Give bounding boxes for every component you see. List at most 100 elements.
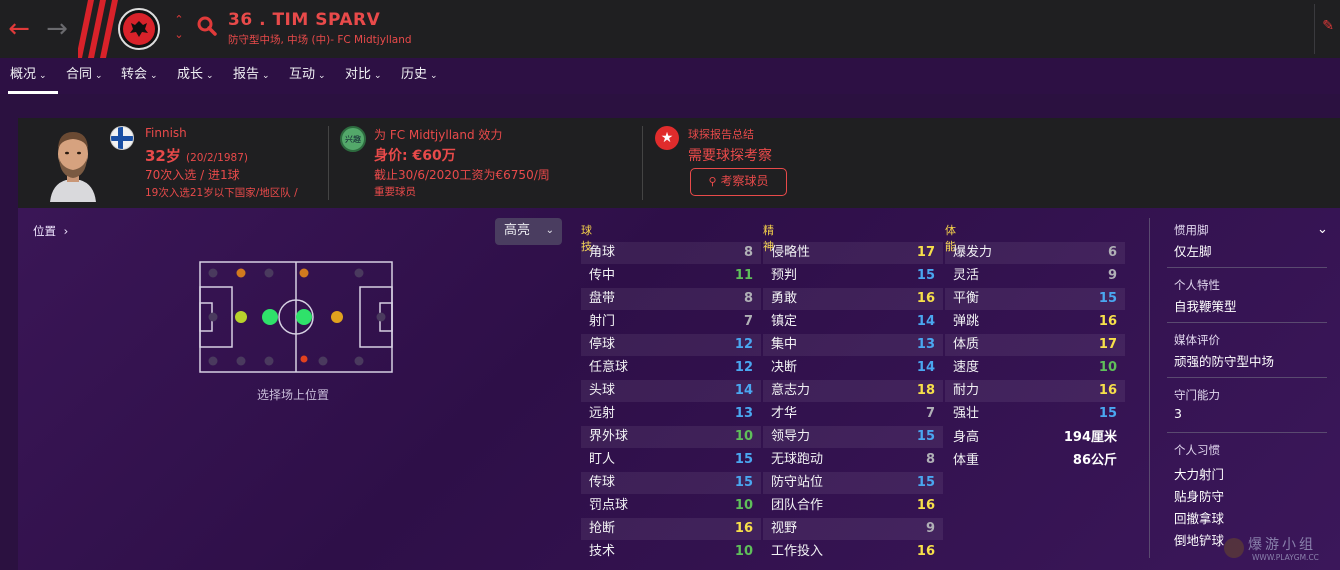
attribute-row[interactable]: 盘带 8: [581, 288, 761, 310]
player-position-club: 防守型中场, 中场 (中)- FC Midtjylland: [228, 34, 412, 46]
attribute-row[interactable]: 体质 17: [945, 334, 1125, 356]
attribute-row[interactable]: 集中 13: [763, 334, 943, 356]
attribute-row[interactable]: 耐力 16: [945, 380, 1125, 402]
attribute-row[interactable]: 侵略性 17: [763, 242, 943, 264]
attribute-row[interactable]: 盯人 15: [581, 449, 761, 471]
tab-reports[interactable]: 报告 ⌄: [231, 58, 272, 94]
attribute-row[interactable]: 头球 14: [581, 380, 761, 402]
attribute-value: 13: [734, 406, 753, 421]
weight-value: 86公斤: [1072, 453, 1117, 468]
scout-player-button[interactable]: ⚲ 考察球员: [690, 168, 787, 196]
attribute-row[interactable]: 弹跳 16: [945, 311, 1125, 333]
player-value: 身价: €60万: [374, 148, 456, 164]
site-watermark: 爆游小组 WWW.PLAYGM.CC: [1222, 532, 1340, 568]
tab-transfer[interactable]: 转会 ⌄: [119, 58, 160, 94]
player-trait-item[interactable]: 贴身防守: [1174, 486, 1224, 505]
nationality[interactable]: Finnish: [145, 126, 187, 140]
attribute-row[interactable]: 勇敢 16: [763, 288, 943, 310]
attribute-row[interactable]: 防守站位 15: [763, 472, 943, 494]
attribute-row[interactable]: 速度 10: [945, 357, 1125, 379]
attribute-row[interactable]: 平衡 15: [945, 288, 1125, 310]
attribute-row[interactable]: 灵活 9: [945, 265, 1125, 287]
attribute-value: 12: [734, 360, 753, 375]
attribute-row[interactable]: 决断 14: [763, 357, 943, 379]
watermark-text: 爆游小组: [1248, 537, 1316, 553]
attribute-row[interactable]: 爆发力 6: [945, 242, 1125, 264]
attribute-row[interactable]: 领导力 15: [763, 426, 943, 448]
attribute-row[interactable]: 才华 7: [763, 403, 943, 425]
attribute-row[interactable]: 射门 7: [581, 311, 761, 333]
attribute-name: 无球跑动: [771, 452, 824, 467]
attribute-row[interactable]: 任意球 12: [581, 357, 761, 379]
tab-interaction[interactable]: 互动 ⌄: [287, 58, 328, 94]
weight-row: 体重 86公斤: [945, 450, 1125, 472]
club-crest-icon[interactable]: [118, 8, 160, 50]
back-button[interactable]: ←: [2, 12, 36, 46]
pitch-position-map[interactable]: [199, 261, 393, 373]
highlight-dropdown[interactable]: 高亮 ⌄: [495, 218, 562, 245]
chevron-down-icon[interactable]: ⌄: [170, 27, 188, 42]
attribute-name: 射门: [589, 314, 616, 329]
profile-separator: [1167, 322, 1327, 323]
watermark-url: WWW.PLAYGM.CC: [1252, 553, 1319, 562]
attribute-row[interactable]: 镇定 14: [763, 311, 943, 333]
club-line[interactable]: 为 FC Midtjylland 效力: [374, 126, 502, 143]
position-link[interactable]: 位置 ›: [33, 223, 68, 239]
chevron-down-icon[interactable]: ⌄: [1317, 222, 1328, 237]
player-summary-strip: Finnish 32岁 (20/2/1987) 70次入选 / 进1球 19次入…: [18, 118, 1340, 208]
chevron-down-icon: ⌄: [430, 71, 438, 81]
attribute-row[interactable]: 强壮 15: [945, 403, 1125, 425]
forward-button[interactable]: →: [40, 12, 74, 46]
attribute-value: 8: [925, 452, 935, 467]
attribute-row[interactable]: 传球 15: [581, 472, 761, 494]
tab-overview[interactable]: 概况 ⌄: [8, 58, 58, 94]
contract-info: 截止30/6/2020工资为€6750/周: [374, 168, 550, 182]
height-value: 194厘米: [1063, 430, 1117, 445]
international-caps: 70次入选 / 进1球: [145, 168, 240, 182]
player-trait-item[interactable]: 回撤拿球: [1174, 508, 1224, 527]
attribute-name: 传中: [589, 268, 616, 283]
tab-contract[interactable]: 合同 ⌄: [64, 58, 105, 94]
player-trait-item[interactable]: 大力射门: [1174, 464, 1224, 483]
profile-separator: [1167, 432, 1327, 433]
attribute-name: 视野: [771, 521, 798, 536]
attribute-row[interactable]: 抢断 16: [581, 518, 761, 540]
attribute-name: 勇敢: [771, 291, 798, 306]
attribute-row[interactable]: 工作投入 16: [763, 541, 943, 563]
player-trait-item[interactable]: 倒地铲球: [1174, 530, 1224, 549]
goalkeeping-value: 3: [1174, 406, 1182, 421]
chevron-down-icon: ⌄: [150, 71, 158, 81]
tab-development[interactable]: 成长 ⌄: [175, 58, 216, 94]
attribute-row[interactable]: 传中 11: [581, 265, 761, 287]
attribute-name: 技术: [589, 544, 616, 559]
age: 32岁: [145, 147, 181, 165]
chevron-right-icon: ›: [63, 224, 69, 238]
attribute-row[interactable]: 视野 9: [763, 518, 943, 540]
interest-badge[interactable]: 兴趣: [340, 126, 366, 152]
finland-flag-icon[interactable]: [110, 126, 134, 150]
attribute-row[interactable]: 角球 8: [581, 242, 761, 264]
attribute-row[interactable]: 停球 12: [581, 334, 761, 356]
height-row: 身高 194厘米: [945, 427, 1125, 449]
chevron-up-icon[interactable]: ⌃: [170, 12, 188, 27]
search-icon[interactable]: [196, 15, 218, 39]
attribute-value: 18: [916, 383, 935, 398]
attribute-row[interactable]: 预判 15: [763, 265, 943, 287]
attribute-row[interactable]: 远射 13: [581, 403, 761, 425]
attribute-row[interactable]: 罚点球 10: [581, 495, 761, 517]
chevron-down-icon: ⌄: [545, 225, 554, 236]
attribute-row[interactable]: 意志力 18: [763, 380, 943, 402]
player-switch-arrows[interactable]: ⌃ ⌄: [170, 12, 188, 46]
attribute-row[interactable]: 无球跑动 8: [763, 449, 943, 471]
age-line: 32岁 (20/2/1987): [145, 145, 248, 166]
attribute-value: 16: [916, 498, 935, 513]
tab-compare[interactable]: 对比 ⌄: [343, 58, 384, 94]
attribute-name: 任意球: [589, 360, 629, 375]
edit-icon[interactable]: ✎: [1322, 18, 1334, 34]
attribute-row[interactable]: 技术 10: [581, 541, 761, 563]
attribute-row[interactable]: 团队合作 16: [763, 495, 943, 517]
tab-history[interactable]: 历史 ⌄: [399, 58, 440, 94]
chevron-down-icon: ⌄: [318, 71, 326, 81]
attribute-row[interactable]: 界外球 10: [581, 426, 761, 448]
attribute-value: 14: [916, 314, 935, 329]
